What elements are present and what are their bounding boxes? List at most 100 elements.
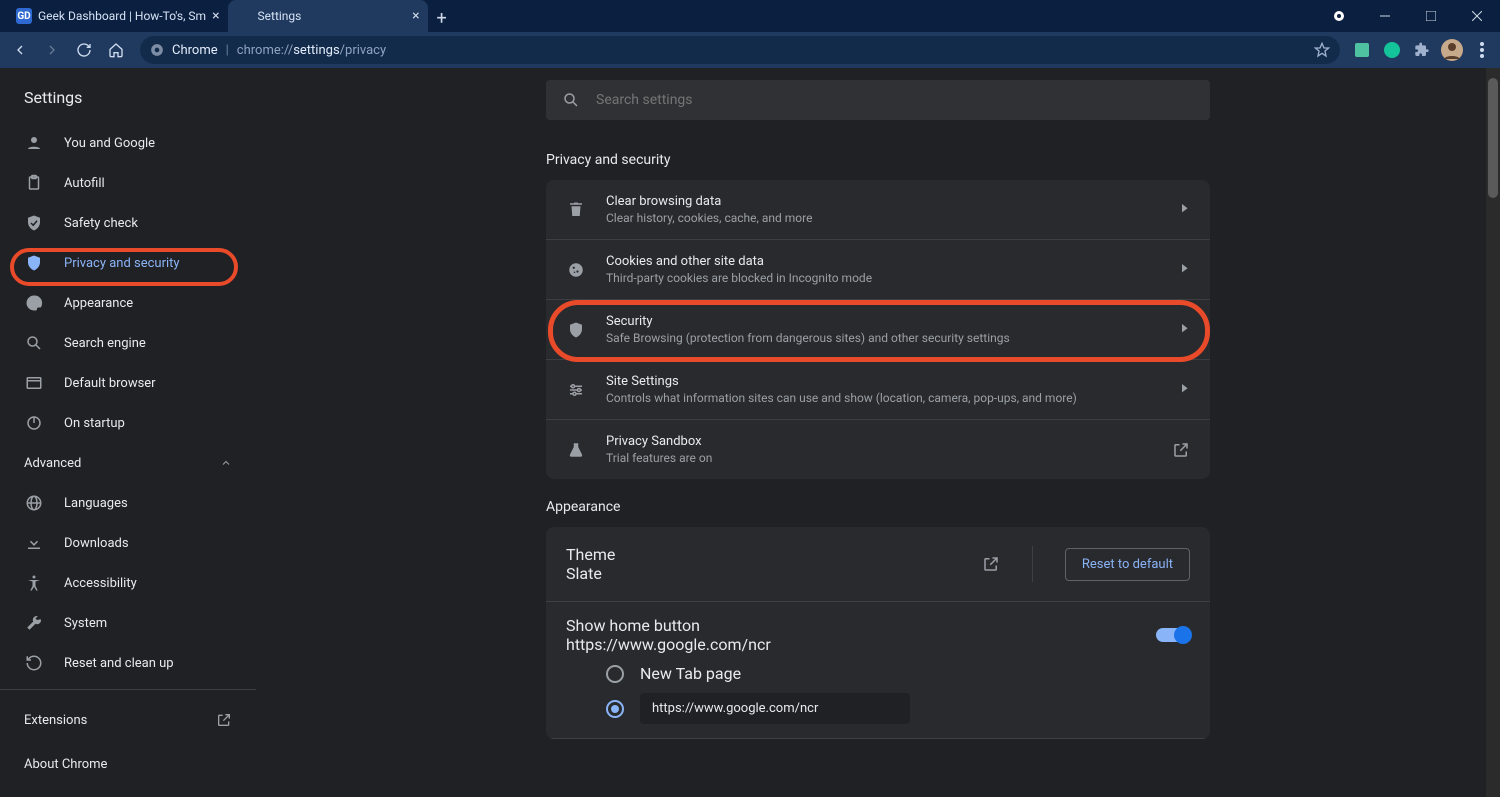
- sidebar-item-label: System: [64, 616, 107, 631]
- new-tab-button[interactable]: +: [428, 4, 456, 32]
- search-input[interactable]: [596, 92, 1194, 108]
- toolbar-right: [1350, 38, 1494, 62]
- sidebar-item-default-browser[interactable]: Default browser: [0, 363, 256, 403]
- maximize-button[interactable]: [1408, 0, 1454, 32]
- row-security[interactable]: Security Safe Browsing (protection from …: [546, 300, 1210, 360]
- scroll-thumb[interactable]: [1488, 78, 1498, 198]
- account-indicator-icon[interactable]: [1316, 0, 1362, 32]
- row-subtitle: Third-party cookies are blocked in Incog…: [606, 271, 1162, 285]
- section-title: Privacy and security: [546, 132, 1210, 180]
- row-title: Clear browsing data: [606, 194, 1162, 209]
- section-title: Appearance: [546, 479, 1210, 527]
- sidebar-item-safety-check[interactable]: Safety check: [0, 203, 256, 243]
- sidebar-item-on-startup[interactable]: On startup: [0, 403, 256, 443]
- row-clear-browsing-data[interactable]: Clear browsing data Clear history, cooki…: [546, 180, 1210, 240]
- row-subtitle: Safe Browsing (protection from dangerous…: [606, 331, 1162, 345]
- tab-geek-dashboard[interactable]: GD Geek Dashboard | How-To's, Sm ×: [8, 0, 228, 32]
- search-icon: [24, 334, 44, 352]
- accessibility-icon: [24, 574, 44, 592]
- sidebar-item-extensions[interactable]: Extensions: [0, 696, 256, 744]
- minimize-button[interactable]: [1362, 0, 1408, 32]
- extension-icon[interactable]: [1350, 38, 1374, 62]
- row-home-button: Show home button https://www.google.com/…: [546, 602, 1210, 739]
- cookie-icon: [566, 261, 586, 279]
- sidebar-item-search-engine[interactable]: Search engine: [0, 323, 256, 363]
- tab-title: Settings: [258, 9, 407, 23]
- shield-icon: [24, 254, 44, 272]
- omnibox[interactable]: Chrome | chrome://settings/privacy: [140, 36, 1340, 64]
- launch-icon[interactable]: [1172, 441, 1190, 459]
- chevron-right-icon: [1182, 264, 1190, 276]
- sidebar-item-label: Reset and clean up: [64, 656, 174, 671]
- row-site-settings[interactable]: Site Settings Controls what information …: [546, 360, 1210, 420]
- sidebar-item-about[interactable]: About Chrome: [0, 744, 256, 784]
- power-icon: [24, 414, 44, 432]
- forward-button[interactable]: [38, 36, 66, 64]
- home-url-input[interactable]: [640, 693, 910, 724]
- row-title: Cookies and other site data: [606, 254, 1162, 269]
- row-text: Cookies and other site data Third-party …: [606, 254, 1162, 285]
- home-button[interactable]: [102, 36, 130, 64]
- restore-icon: [24, 654, 44, 672]
- sidebar-item-label: You and Google: [64, 136, 155, 151]
- sliders-icon: [566, 381, 586, 399]
- sidebar-item-reset[interactable]: Reset and clean up: [0, 643, 256, 683]
- chevron-up-icon: [220, 457, 232, 469]
- close-window-button[interactable]: [1454, 0, 1500, 32]
- reset-to-default-button[interactable]: Reset to default: [1065, 548, 1190, 581]
- close-icon[interactable]: ×: [212, 8, 219, 24]
- browser-icon: [24, 374, 44, 392]
- sidebar-item-label: Accessibility: [64, 576, 137, 591]
- row-text: Show home button https://www.google.com/…: [566, 616, 771, 654]
- sidebar-item-label: Appearance: [64, 296, 133, 311]
- radio-button[interactable]: [606, 665, 624, 683]
- shield-icon: [566, 321, 586, 339]
- theme-value: Slate: [566, 564, 966, 583]
- chevron-right-icon: [1182, 324, 1190, 336]
- row-cookies[interactable]: Cookies and other site data Third-party …: [546, 240, 1210, 300]
- row-text: Theme Slate: [566, 545, 966, 583]
- back-button[interactable]: [6, 36, 34, 64]
- toggle-knob: [1174, 626, 1192, 644]
- sidebar-item-appearance[interactable]: Appearance: [0, 283, 256, 323]
- row-text: Clear browsing data Clear history, cooki…: [606, 194, 1162, 225]
- sidebar-item-you-and-google[interactable]: You and Google: [0, 123, 256, 163]
- extensions-puzzle-icon[interactable]: [1410, 38, 1434, 62]
- menu-button[interactable]: [1470, 38, 1494, 62]
- sidebar-item-label: Default browser: [64, 376, 156, 391]
- row-title: Site Settings: [606, 374, 1162, 389]
- radio-new-tab[interactable]: New Tab page: [566, 654, 1190, 683]
- reload-button[interactable]: [70, 36, 98, 64]
- radio-button[interactable]: [606, 700, 624, 718]
- sidebar-item-system[interactable]: System: [0, 603, 256, 643]
- divider: [1032, 546, 1033, 582]
- searchbar[interactable]: [546, 80, 1210, 120]
- radio-custom-url[interactable]: [566, 683, 1190, 724]
- home-url: https://www.google.com/ncr: [566, 635, 771, 654]
- advanced-label: Advanced: [24, 456, 81, 471]
- sidebar-item-languages[interactable]: Languages: [0, 483, 256, 523]
- sidebar-item-downloads[interactable]: Downloads: [0, 523, 256, 563]
- sidebar-item-privacy[interactable]: Privacy and security: [0, 243, 256, 283]
- grammarly-icon[interactable]: [1380, 38, 1404, 62]
- omnibox-url: chrome://settings/privacy: [237, 43, 386, 58]
- section-privacy: Privacy and security Clear browsing data…: [546, 132, 1210, 479]
- chrome-icon: [150, 43, 164, 57]
- browser-toolbar: Chrome | chrome://settings/privacy: [0, 32, 1500, 68]
- sidebar-item-autofill[interactable]: Autofill: [0, 163, 256, 203]
- globe-icon: [24, 494, 44, 512]
- sidebar-item-label: Privacy and security: [64, 256, 180, 271]
- row-title: Privacy Sandbox: [606, 434, 1152, 449]
- row-privacy-sandbox[interactable]: Privacy Sandbox Trial features are on: [546, 420, 1210, 479]
- launch-icon[interactable]: [982, 555, 1000, 573]
- person-icon: [24, 134, 44, 152]
- tab-settings[interactable]: Settings ×: [228, 0, 428, 32]
- sidebar-item-accessibility[interactable]: Accessibility: [0, 563, 256, 603]
- profile-avatar[interactable]: [1440, 38, 1464, 62]
- sidebar-list: You and Google Autofill Safety check Pri…: [0, 115, 256, 792]
- close-icon[interactable]: ×: [412, 8, 419, 24]
- bookmark-star-icon[interactable]: [1314, 42, 1330, 58]
- scrollbar[interactable]: [1486, 68, 1500, 797]
- sidebar-advanced-toggle[interactable]: Advanced: [0, 443, 256, 483]
- home-button-toggle[interactable]: [1156, 628, 1190, 642]
